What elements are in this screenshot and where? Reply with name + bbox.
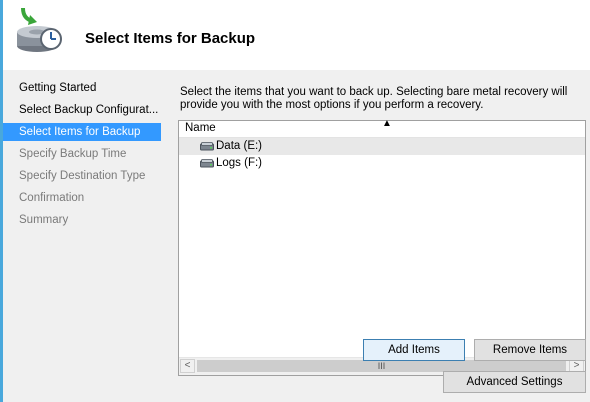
page-title: Select Items for Backup bbox=[85, 30, 256, 47]
sidebar-item-confirmation: Confirmation bbox=[19, 192, 85, 204]
sidebar-item-specify-backup-time: Specify Backup Time bbox=[19, 148, 127, 160]
sort-ascending-icon: ▲ bbox=[382, 118, 392, 129]
backup-wizard-icon bbox=[17, 7, 62, 52]
wizard-content: Select the items that you want to back u… bbox=[161, 70, 590, 402]
sidebar-item-getting-started[interactable]: Getting Started bbox=[3, 79, 161, 97]
tree-column-header[interactable]: Name ▲ bbox=[179, 118, 585, 138]
instructions-text: Select the items that you want to back u… bbox=[180, 86, 568, 111]
drive-icon bbox=[200, 159, 214, 168]
drive-icon bbox=[200, 142, 214, 151]
column-name-label: Name bbox=[185, 122, 216, 134]
tree-item-data-drive[interactable]: Data (E:) bbox=[179, 138, 585, 155]
tree-item-label: Data (E:) bbox=[216, 140, 263, 152]
sidebar-item-summary: Summary bbox=[19, 214, 69, 226]
wizard-header: Select Items for Backup bbox=[3, 0, 590, 70]
wizard-steps-sidebar: Getting Started Select Backup Configurat… bbox=[3, 70, 161, 402]
remove-items-button[interactable]: Remove Items bbox=[474, 339, 586, 361]
sidebar-item-select-items-for-backup[interactable]: Select Items for Backup bbox=[3, 123, 161, 141]
sidebar-item-specify-destination-type: Specify Destination Type bbox=[19, 170, 146, 182]
add-items-button[interactable]: Add Items bbox=[363, 339, 465, 361]
advanced-settings-button[interactable]: Advanced Settings bbox=[443, 371, 586, 393]
tree-item-label: Logs (F:) bbox=[216, 157, 263, 169]
backup-items-tree[interactable]: Name ▲ Data (E:) Logs (F:) < III > bbox=[178, 118, 586, 376]
scroll-left-button[interactable]: < bbox=[180, 359, 195, 373]
sidebar-item-select-backup-configuration[interactable]: Select Backup Configurat... bbox=[3, 101, 161, 119]
tree-item-logs-drive[interactable]: Logs (F:) bbox=[179, 155, 585, 172]
